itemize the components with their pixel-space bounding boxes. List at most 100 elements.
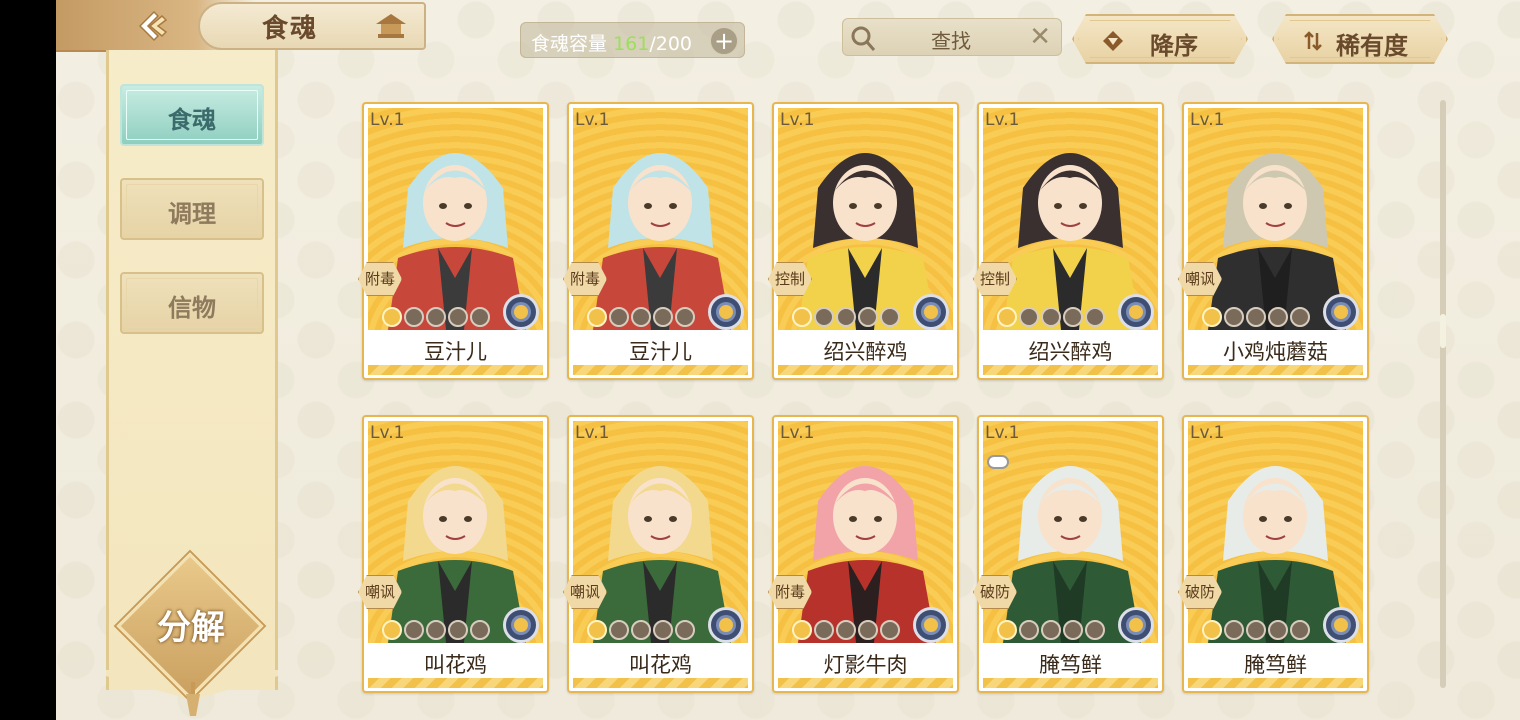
card-name: 绍兴醉鸡 <box>1028 340 1113 364</box>
search-icon <box>851 26 876 51</box>
role-tag: 附毒 <box>768 575 812 609</box>
card-name: 腌笃鲜 <box>1244 653 1307 677</box>
star-icon <box>587 307 607 327</box>
scrollbar-thumb[interactable] <box>1440 314 1446 348</box>
top-bar: 食魂 食魂容量 161/200 + 查找 ✕ 降序 稀有度 <box>56 0 1520 56</box>
card-level: Lv.1 <box>575 423 610 443</box>
soul-card[interactable]: Lv.1 嘲讽 叫花鸡 <box>358 415 549 693</box>
tab-conditioning[interactable]: 调理 <box>120 178 264 240</box>
star-icon <box>1246 620 1266 640</box>
star-icon <box>470 620 490 640</box>
search-box[interactable]: 查找 ✕ <box>842 18 1062 56</box>
scrollbar[interactable] <box>1440 100 1446 688</box>
card-level: Lv.1 <box>370 110 405 130</box>
pavilion-icon <box>376 14 406 38</box>
tab-label: 调理 <box>168 199 216 228</box>
star-icon <box>1202 620 1222 640</box>
capacity-current: 161 <box>613 33 650 55</box>
sort-order-button[interactable]: 降序 <box>1072 14 1248 64</box>
star-icon <box>997 620 1017 640</box>
star-icon <box>609 307 629 327</box>
card-footer-stripe <box>1188 678 1363 688</box>
element-icon <box>1118 294 1154 330</box>
search-input[interactable]: 查找 <box>931 25 971 54</box>
star-icon <box>404 620 424 640</box>
sort-key-button[interactable]: 稀有度 <box>1272 14 1448 64</box>
star-icon <box>382 307 402 327</box>
role-tag: 破防 <box>1178 575 1222 609</box>
clear-search-button[interactable]: ✕ <box>1029 22 1051 52</box>
star-rating <box>792 306 900 328</box>
element-icon <box>1323 294 1359 330</box>
star-icon <box>631 307 651 327</box>
star-icon <box>880 307 900 327</box>
back-arrow-icon <box>138 10 168 42</box>
star-rating <box>792 619 900 641</box>
tab-soul[interactable]: 食魂 <box>120 84 264 146</box>
star-rating <box>382 306 490 328</box>
soul-card[interactable]: Lv.1 附毒 豆汁儿 <box>358 102 549 380</box>
star-icon <box>836 620 856 640</box>
card-level: Lv.1 <box>575 110 610 130</box>
sort-toggle-icon <box>1302 30 1324 52</box>
star-icon <box>1085 620 1105 640</box>
tassel-icon <box>186 682 200 716</box>
soul-card[interactable]: Lv.1 附毒 灯影牛肉 <box>768 415 959 693</box>
soul-card[interactable]: Lv.1 嘲讽 叫花鸡 <box>563 415 754 693</box>
star-icon <box>426 620 446 640</box>
element-icon <box>708 607 744 643</box>
sort-key-label: 稀有度 <box>1336 32 1408 60</box>
star-icon <box>1224 620 1244 640</box>
star-rating <box>997 619 1105 641</box>
role-tag: 附毒 <box>563 262 607 296</box>
star-rating <box>1202 619 1310 641</box>
star-icon <box>792 620 812 640</box>
star-icon <box>631 620 651 640</box>
star-rating <box>1202 306 1310 328</box>
card-footer-stripe <box>573 365 748 375</box>
soul-card[interactable]: Lv.1 破防 腌笃鲜 <box>973 415 1164 693</box>
element-icon <box>1118 607 1154 643</box>
tab-token[interactable]: 信物 <box>120 272 264 334</box>
capacity-label: 食魂容量 <box>531 33 608 55</box>
capacity-max: /200 <box>649 33 692 55</box>
soul-card[interactable]: Lv.1 控制 绍兴醉鸡 <box>973 102 1164 380</box>
star-icon <box>404 307 424 327</box>
soul-card[interactable]: Lv.1 嘲讽 小鸡炖蘑菇 <box>1178 102 1369 380</box>
lock-icon[interactable] <box>987 455 1009 469</box>
star-icon <box>587 620 607 640</box>
page-title: 食魂 <box>262 14 319 44</box>
soul-inventory-screen: 食魂 食魂容量 161/200 + 查找 ✕ 降序 稀有度 食魂 调理 信物 分… <box>56 0 1520 720</box>
card-level: Lv.1 <box>1190 110 1225 130</box>
tab-label: 食魂 <box>168 105 216 134</box>
role-tag: 嘲讽 <box>563 575 607 609</box>
card-footer-stripe <box>778 365 953 375</box>
card-name: 叫花鸡 <box>424 653 487 677</box>
star-icon <box>814 620 834 640</box>
card-name: 小鸡炖蘑菇 <box>1223 340 1328 364</box>
card-name: 灯影牛肉 <box>823 653 908 677</box>
star-icon <box>814 307 834 327</box>
star-icon <box>1290 620 1310 640</box>
element-icon <box>913 607 949 643</box>
tab-label: 信物 <box>168 293 216 322</box>
star-rating <box>997 306 1105 328</box>
add-capacity-button[interactable]: + <box>710 27 738 55</box>
role-tag: 嘲讽 <box>358 575 402 609</box>
card-level: Lv.1 <box>370 423 405 443</box>
star-icon <box>1063 620 1083 640</box>
star-icon <box>653 620 673 640</box>
star-icon <box>675 307 695 327</box>
star-icon <box>1202 307 1222 327</box>
soul-card[interactable]: Lv.1 破防 腌笃鲜 <box>1178 415 1369 693</box>
star-icon <box>1041 620 1061 640</box>
soul-card[interactable]: Lv.1 控制 绍兴醉鸡 <box>768 102 959 380</box>
star-icon <box>609 620 629 640</box>
card-name: 绍兴醉鸡 <box>823 340 908 364</box>
role-tag: 控制 <box>768 262 812 296</box>
card-footer-stripe <box>368 678 543 688</box>
element-icon <box>913 294 949 330</box>
star-icon <box>448 620 468 640</box>
element-icon <box>1323 607 1359 643</box>
soul-card[interactable]: Lv.1 附毒 豆汁儿 <box>563 102 754 380</box>
